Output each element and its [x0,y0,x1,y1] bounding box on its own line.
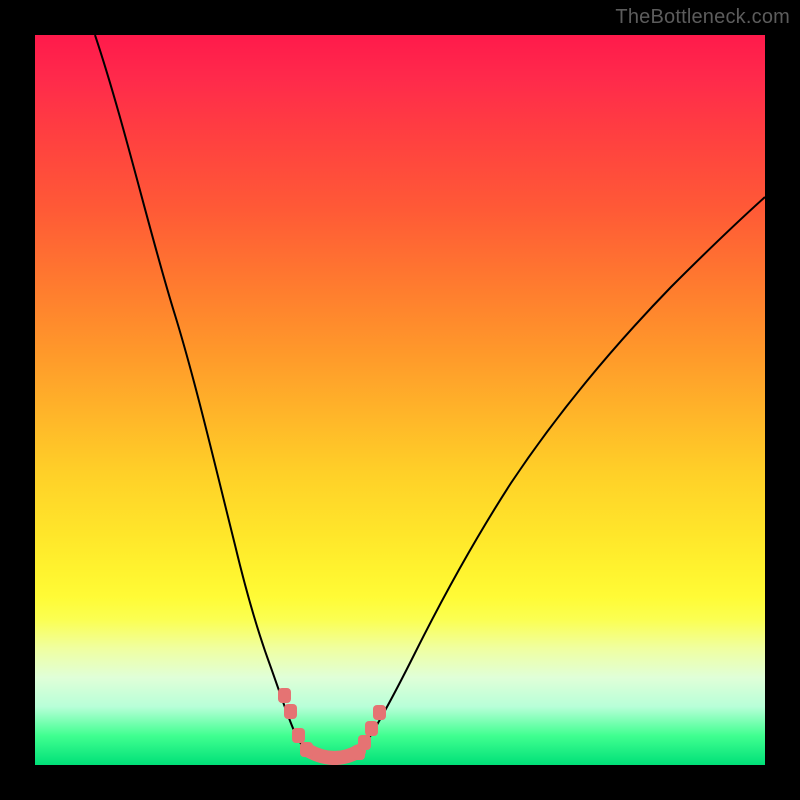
watermark-text: TheBottleneck.com [615,6,790,29]
left-marker-icon [300,742,313,757]
bottom-marker-segment [309,751,359,758]
left-marker-icon [278,688,291,703]
right-marker-icon [358,735,371,750]
left-curve [95,35,323,760]
right-marker-icon [373,705,386,720]
left-marker-icon [292,728,305,743]
left-marker-icon [284,704,297,719]
right-curve [347,197,765,760]
curve-layer [35,35,765,765]
chart-canvas: TheBottleneck.com [0,0,800,800]
plot-area [35,35,765,765]
right-marker-icon [365,721,378,736]
